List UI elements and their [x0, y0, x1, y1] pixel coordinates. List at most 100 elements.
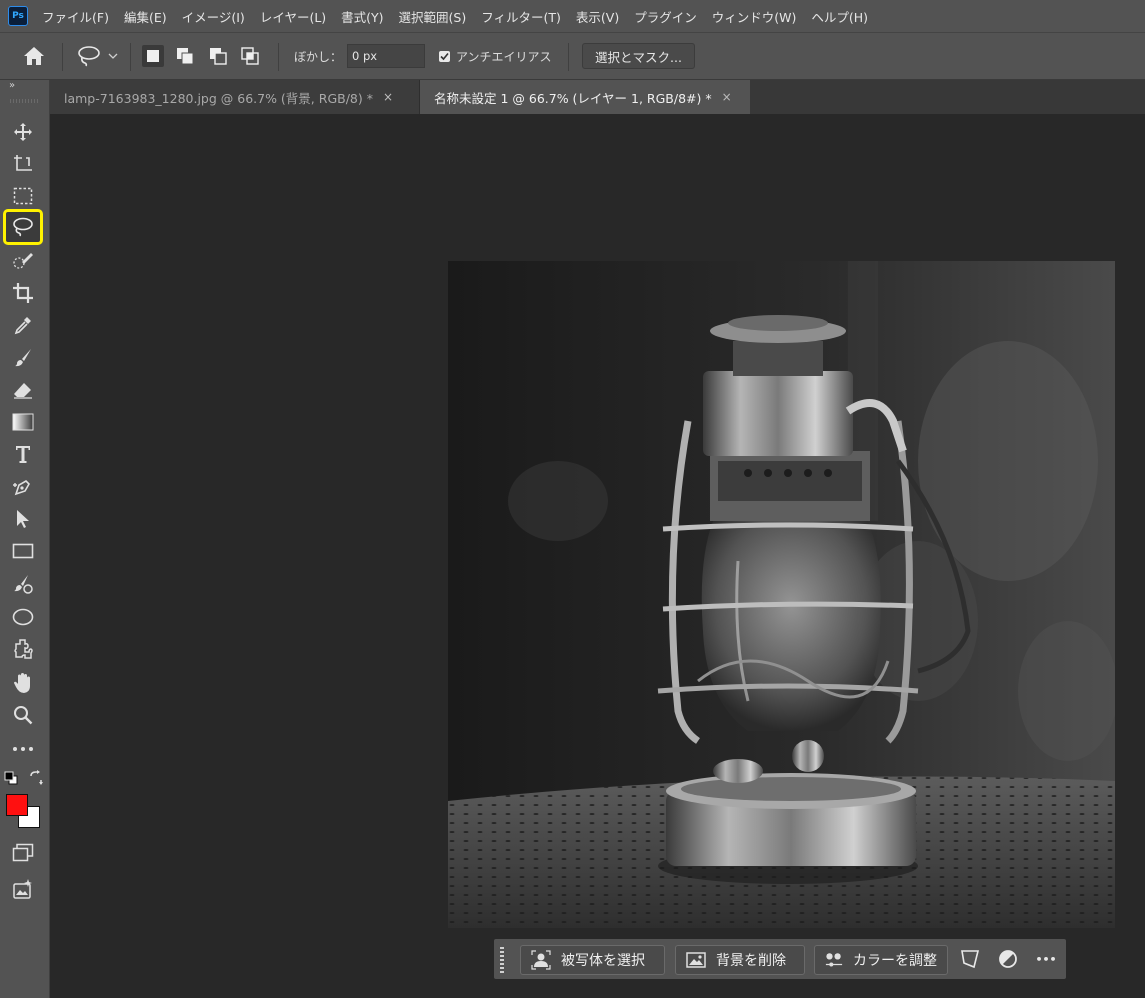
select-and-mask-button[interactable]: 選択とマスク... [582, 43, 695, 69]
quick-mask-icon [12, 843, 34, 862]
menu-select[interactable]: 選択範囲(S) [399, 7, 467, 26]
tools-panel: » [0, 80, 50, 998]
new-selection-icon [147, 50, 159, 62]
menu-plugins[interactable]: プラグイン [634, 7, 697, 26]
options-bar: ぼかし： アンチエイリアス 選択とマスク... [0, 32, 1145, 80]
intersect-selection-button[interactable] [239, 45, 261, 67]
hand-tool[interactable] [7, 669, 39, 697]
swap-colors-button[interactable] [28, 770, 44, 786]
ellipse-tool[interactable] [7, 603, 39, 631]
select-subject-label: 被写体を選択 [561, 953, 645, 969]
remove-background-label: 背景を削除 [716, 953, 786, 969]
pen-icon [13, 480, 30, 496]
lasso-icon [13, 217, 33, 237]
separator [130, 43, 131, 71]
home-button[interactable] [22, 33, 46, 79]
lasso-tool[interactable] [3, 209, 43, 245]
menu-filter[interactable]: フィルター(T) [481, 7, 561, 26]
eyedropper-tool[interactable] [7, 311, 39, 339]
crop-tool[interactable] [7, 279, 39, 307]
create-mask-button[interactable] [996, 947, 1020, 971]
remove-background-button[interactable]: 背景を削除 [675, 945, 805, 975]
type-tool[interactable] [7, 440, 39, 468]
tool-preset-picker[interactable] [76, 33, 118, 79]
document-tab-bar: lamp-7163983_1280.jpg @ 66.7% (背景, RGB/8… [50, 80, 1145, 114]
rectangle-tool[interactable] [7, 537, 39, 565]
tab-label: 名称未設定 1 @ 66.7% (レイヤー 1, RGB/8#) * [434, 90, 712, 106]
default-colors-icon [4, 771, 18, 785]
collapse-toolbar-icon[interactable]: » [9, 80, 15, 91]
feather-input[interactable] [347, 44, 425, 68]
zoom-tool[interactable] [7, 701, 39, 729]
lasso-icon [78, 46, 100, 67]
artboard-icon [14, 155, 32, 171]
paint-bucket-tool[interactable] [7, 570, 39, 598]
lantern-photo[interactable] [448, 261, 1115, 928]
new-selection-button[interactable] [142, 45, 164, 67]
antialias-checkbox[interactable]: アンチエイリアス [439, 33, 552, 79]
toolbar-grip[interactable] [10, 99, 38, 103]
gradient-icon [12, 413, 34, 431]
move-icon [14, 123, 32, 141]
adjust-color-icon [825, 953, 843, 967]
menu-help[interactable]: ヘルプ(H) [811, 7, 868, 26]
contextual-task-bar: 被写体を選択 背景を削除 カラーを調整 ••• [494, 939, 1066, 979]
tab-untitled-1[interactable]: 名称未設定 1 @ 66.7% (レイヤー 1, RGB/8#) * × [420, 80, 750, 114]
half-circle-icon [999, 950, 1017, 968]
eraser-icon [14, 383, 32, 399]
screen-mode-button[interactable] [7, 875, 39, 903]
add-to-selection-button[interactable] [174, 45, 196, 67]
swap-arrow-icon [30, 770, 43, 785]
close-icon[interactable]: × [722, 90, 732, 104]
tab-label: lamp-7163983_1280.jpg @ 66.7% (背景, RGB/8… [64, 90, 373, 106]
menu-bar: Ps ファイル(F) 編集(E) イメージ(I) レイヤー(L) 書式(Y) 選… [0, 0, 1145, 32]
menu-file[interactable]: ファイル(F) [42, 7, 109, 26]
edit-toolbar-button[interactable] [7, 735, 39, 763]
menu-view[interactable]: 表示(V) [576, 7, 619, 26]
menu-layer[interactable]: レイヤー(L) [260, 7, 326, 26]
select-subject-button[interactable]: 被写体を選択 [520, 945, 665, 975]
magnifier-icon [14, 706, 33, 725]
custom-shape-tool[interactable] [7, 635, 39, 663]
separator [278, 43, 279, 71]
antialias-label: アンチエイリアス [456, 49, 552, 64]
default-colors-button[interactable] [4, 770, 18, 785]
move-tool[interactable] [7, 118, 39, 146]
photoshop-logo: Ps [8, 6, 28, 26]
home-icon [24, 47, 44, 65]
pen-tool[interactable] [7, 473, 39, 501]
checkmark-icon [439, 50, 450, 62]
menu-image[interactable]: イメージ(I) [182, 7, 245, 26]
add-selection-icon [177, 48, 194, 65]
menu-type[interactable]: 書式(Y) [341, 7, 383, 26]
ellipse-icon [12, 608, 34, 626]
brush-shapes-icon [14, 575, 33, 594]
person-select-icon [531, 950, 551, 970]
brush-tool[interactable] [7, 343, 39, 371]
quick-selection-tool[interactable] [7, 247, 39, 275]
gradient-tool[interactable] [7, 408, 39, 436]
separator [568, 43, 569, 71]
chevron-down-icon [108, 53, 118, 59]
drag-handle[interactable] [500, 945, 504, 973]
generative-image-icon [13, 879, 32, 899]
subtract-from-selection-button[interactable] [207, 45, 229, 67]
menu-window[interactable]: ウィンドウ(W) [712, 7, 797, 26]
path-selection-tool[interactable] [7, 505, 39, 533]
artboard-tool[interactable] [7, 150, 39, 178]
menu-edit[interactable]: 編集(E) [124, 7, 167, 26]
transform-selection-button[interactable] [958, 947, 982, 971]
close-icon[interactable]: × [383, 90, 393, 104]
adjust-color-button[interactable]: カラーを調整 [814, 945, 948, 975]
tab-lamp-image[interactable]: lamp-7163983_1280.jpg @ 66.7% (背景, RGB/8… [50, 80, 420, 114]
foreground-color-swatch[interactable] [6, 794, 28, 816]
intersect-selection-icon [241, 47, 259, 65]
quick-mask-button[interactable] [7, 839, 39, 867]
crop-icon [13, 283, 33, 303]
more-options-icon[interactable]: ••• [1034, 947, 1058, 971]
eraser-tool[interactable] [7, 376, 39, 404]
brush-icon [15, 349, 31, 367]
image-icon [686, 952, 706, 968]
adjust-color-label: カラーを調整 [853, 953, 937, 969]
marquee-tool[interactable] [7, 182, 39, 210]
